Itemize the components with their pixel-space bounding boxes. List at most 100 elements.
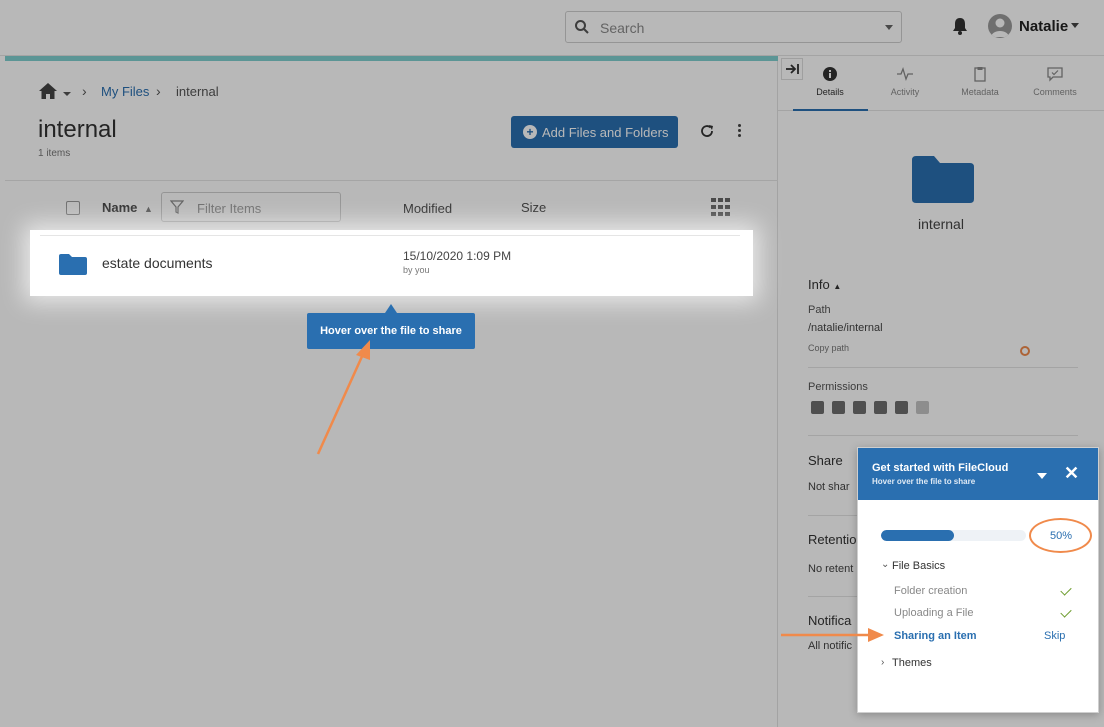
add-files-label: Add Files and Folders: [542, 125, 669, 140]
search-dropdown-caret-icon[interactable]: [885, 25, 893, 30]
clipboard-icon: [974, 67, 986, 82]
tab-comments[interactable]: Comments: [1020, 66, 1090, 97]
file-name[interactable]: estate documents: [102, 255, 213, 271]
retention-text: No retent: [808, 563, 854, 575]
caret-up-icon: ▲: [833, 282, 842, 291]
active-tab-indicator: [793, 109, 868, 111]
annotation-circle: [1029, 518, 1092, 553]
info-icon: [823, 67, 837, 81]
step-sharing-item[interactable]: Sharing an Item: [894, 630, 977, 642]
notify-icon: [916, 401, 929, 414]
check-icon: [1060, 606, 1072, 618]
annotation-dot: [1020, 346, 1030, 356]
sync-icon: [853, 401, 866, 414]
info-title-text: Info: [808, 277, 830, 292]
column-header-name[interactable]: Name: [102, 200, 137, 215]
tab-details-label: Details: [816, 87, 844, 97]
tab-activity[interactable]: Activity: [870, 66, 940, 97]
tour-tooltip: Hover over the file to share: [307, 304, 475, 349]
user-menu-caret-icon[interactable]: [1071, 23, 1079, 28]
home-caret-icon[interactable]: [63, 92, 71, 96]
collapse-widget-icon[interactable]: [1037, 473, 1047, 479]
close-icon[interactable]: ✕: [1064, 464, 1079, 482]
user-icon: [991, 18, 1009, 37]
add-files-button[interactable]: + Add Files and Folders: [511, 116, 678, 148]
notifications-text: All notific: [808, 640, 853, 652]
check-icon: [1060, 584, 1072, 596]
divider: [808, 435, 1078, 436]
file-modified: 15/10/2020 1:09 PM: [403, 249, 512, 263]
share-icon: [874, 401, 887, 414]
sort-asc-icon[interactable]: ▲: [144, 204, 153, 214]
filter-input[interactable]: Filter Items: [161, 192, 341, 222]
share-section-title[interactable]: Share: [808, 453, 843, 468]
top-bar: Search Natalie: [0, 0, 1104, 56]
tab-comments-label: Comments: [1033, 87, 1077, 97]
activity-icon: [897, 67, 913, 81]
step-uploading-file[interactable]: Uploading a File: [894, 607, 974, 619]
retention-section-title[interactable]: Retentio: [808, 532, 856, 547]
section-file-basics[interactable]: File Basics: [892, 560, 945, 572]
avatar[interactable]: [988, 14, 1012, 38]
home-icon[interactable]: [38, 82, 58, 100]
table-row[interactable]: estate documents 15/10/2020 1:09 PM by y…: [30, 230, 753, 296]
details-tabs: Details Activity Metadata Comments: [778, 56, 1104, 111]
grid-view-icon[interactable]: [711, 198, 731, 216]
file-modified-by: by you: [403, 265, 430, 275]
breadcrumb-current: internal: [176, 84, 219, 99]
more-options-icon[interactable]: [738, 124, 742, 138]
folder-icon: [59, 254, 87, 275]
delete-icon: [895, 401, 908, 414]
refresh-icon[interactable]: [699, 123, 715, 139]
skip-button[interactable]: Skip: [1044, 630, 1065, 642]
edit-icon: [832, 401, 845, 414]
get-started-widget: Get started with FileCloud Hover over th…: [857, 447, 1099, 713]
search-input[interactable]: Search: [565, 11, 902, 43]
permissions-label: Permissions: [808, 381, 868, 393]
read-icon: [811, 401, 824, 414]
collapse-arrow-icon: [786, 64, 799, 74]
progress-bar-fill: [881, 530, 954, 541]
info-section-title[interactable]: Info ▲: [808, 277, 841, 292]
item-count: 1 items: [38, 148, 71, 159]
breadcrumb-my-files[interactable]: My Files: [101, 84, 149, 99]
plus-icon: +: [523, 125, 537, 139]
select-all-checkbox[interactable]: [66, 201, 80, 215]
tab-metadata[interactable]: Metadata: [945, 66, 1015, 97]
breadcrumb-separator-icon: ›: [82, 83, 87, 99]
comment-icon: [1047, 67, 1063, 82]
divider: [40, 235, 740, 236]
tab-activity-label: Activity: [890, 87, 920, 97]
get-started-title: Get started with FileCloud: [872, 462, 1009, 474]
breadcrumb-separator-icon: ›: [156, 83, 161, 99]
bell-icon[interactable]: [951, 16, 969, 36]
tab-details[interactable]: Details: [795, 66, 865, 97]
tab-metadata-label: Metadata: [961, 87, 999, 97]
share-text: Not shar: [808, 481, 850, 493]
selected-folder-name: internal: [918, 216, 964, 232]
get-started-subtitle: Hover over the file to share: [872, 477, 976, 486]
filter-placeholder: Filter Items: [197, 201, 262, 216]
notifications-section-title[interactable]: Notifica: [808, 613, 851, 628]
file-browser: › My Files › internal internal 1 items +…: [5, 61, 778, 727]
permission-icons: [811, 401, 951, 417]
section-themes[interactable]: Themes: [892, 657, 932, 669]
step-folder-creation[interactable]: Folder creation: [894, 585, 967, 597]
divider: [5, 180, 778, 181]
collapse-panel-button[interactable]: [781, 58, 803, 80]
divider: [808, 367, 1078, 368]
path-label: Path: [808, 304, 831, 316]
page-title: internal: [38, 116, 117, 143]
chevron-down-icon[interactable]: ⌄: [881, 559, 889, 570]
copy-path-link[interactable]: Copy path: [808, 343, 849, 353]
filter-icon: [170, 200, 184, 214]
get-started-header: Get started with FileCloud Hover over th…: [858, 448, 1098, 500]
column-header-size[interactable]: Size: [521, 200, 546, 215]
column-header-modified[interactable]: Modified: [403, 201, 452, 216]
progress-bar: [881, 530, 1026, 541]
search-placeholder: Search: [600, 20, 645, 36]
path-value: /natalie/internal: [808, 322, 883, 334]
chevron-right-icon[interactable]: ›: [881, 657, 884, 668]
folder-icon: [912, 156, 974, 203]
username[interactable]: Natalie: [1019, 18, 1068, 35]
